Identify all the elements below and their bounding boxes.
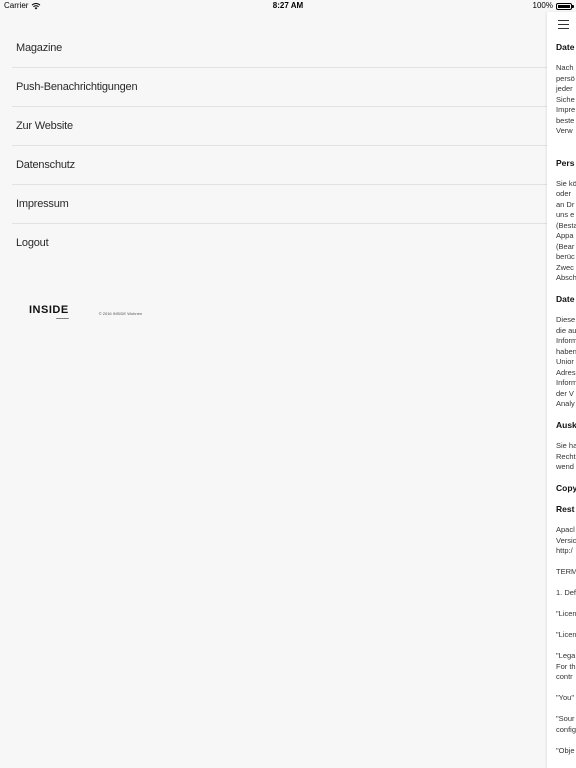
hamburger-menu-icon[interactable]	[558, 20, 569, 29]
privacy-document: Date Nach persö jeder Siche Impre beste …	[556, 42, 576, 756]
doc-line: der V	[556, 388, 574, 398]
doc-line: Analy	[556, 399, 575, 408]
doc-line: Sie kö	[556, 178, 576, 188]
doc-line: Siche	[556, 94, 575, 104]
doc-line: "Licen	[556, 630, 576, 639]
section-heading: Date	[556, 294, 575, 304]
doc-line: Adres	[556, 367, 576, 377]
battery-percent: 100%	[532, 1, 553, 10]
doc-line: Recht	[556, 451, 576, 461]
doc-line: Nach	[556, 63, 574, 72]
doc-line: (Besta	[556, 220, 576, 230]
doc-line: wend	[556, 462, 574, 471]
doc-line: Inform	[556, 378, 576, 387]
status-bar-right: 100%	[532, 0, 574, 12]
menu-item-website[interactable]: Zur Website	[12, 107, 547, 146]
doc-line: TERM	[556, 567, 576, 576]
doc-line: Appa	[556, 231, 574, 240]
doc-line: oder	[556, 189, 572, 198]
content-panel[interactable]: Date Nach persö jeder Siche Impre beste …	[547, 12, 576, 768]
doc-line: config	[556, 724, 576, 734]
doc-line: "Licen	[556, 609, 576, 618]
doc-line: "Lega	[556, 651, 576, 660]
doc-line: an Dr	[556, 199, 575, 209]
menu-item-magazine[interactable]: Magazine	[12, 29, 547, 68]
section-heading: Date	[556, 42, 575, 52]
doc-line: "You"	[556, 693, 574, 702]
menu-item-privacy[interactable]: Datenschutz	[12, 146, 547, 185]
battery-fill	[558, 4, 570, 8]
doc-line: berüc	[556, 252, 575, 261]
logo-text: INSIDE	[29, 304, 69, 316]
clock: 8:27 AM	[272, 1, 304, 10]
doc-line: persö	[556, 73, 575, 83]
doc-line: contr	[556, 672, 573, 681]
doc-line: Impre	[556, 105, 576, 114]
doc-line: 1. Def	[556, 588, 576, 597]
menu-item-push-notifications[interactable]: Push-Benachrichtigungen	[12, 68, 547, 107]
doc-line: Versic	[556, 535, 576, 545]
doc-line: haben	[556, 346, 576, 356]
logo-subline: ▬▬▬▬▬	[56, 317, 69, 320]
menu-item-imprint[interactable]: Impressum	[12, 185, 547, 224]
doc-line: uns e	[556, 210, 575, 219]
section-heading: Copy	[556, 483, 576, 493]
copyright-text: © 2016 INSIDE Wohnen	[98, 311, 143, 316]
doc-line: Verw	[556, 126, 573, 135]
status-bar: Carrier 8:27 AM 100%	[0, 0, 576, 12]
doc-line: Absch	[556, 273, 576, 282]
inside-logo: INSIDE ▬▬▬▬▬	[29, 304, 69, 321]
doc-line: "Obje	[556, 745, 575, 755]
doc-line: (Bear	[556, 241, 575, 251]
section-heading: Ausk	[556, 420, 576, 430]
menu-item-logout[interactable]: Logout	[12, 224, 547, 262]
doc-line: "Sour	[556, 714, 575, 723]
doc-line: die au	[556, 325, 576, 335]
side-menu: Magazine Push-Benachrichtigungen Zur Web…	[12, 29, 547, 262]
section-heading: Pers	[556, 157, 575, 168]
doc-line: Diese	[556, 315, 576, 324]
section-heading: Rest	[556, 504, 575, 514]
doc-line: Apacl	[556, 525, 575, 534]
doc-line: http:/	[556, 546, 573, 555]
doc-line: Zwec	[556, 262, 574, 272]
battery-icon	[556, 2, 574, 10]
doc-line: Sie ha	[556, 441, 576, 450]
doc-line: beste	[556, 115, 575, 125]
menu-footer: INSIDE ▬▬▬▬▬ © 2016 INSIDE Wohnen	[29, 304, 143, 321]
doc-line: jeder	[556, 84, 573, 93]
doc-line: Unior	[556, 357, 574, 366]
doc-line: For th	[556, 661, 576, 671]
doc-line: Inform	[556, 336, 576, 345]
